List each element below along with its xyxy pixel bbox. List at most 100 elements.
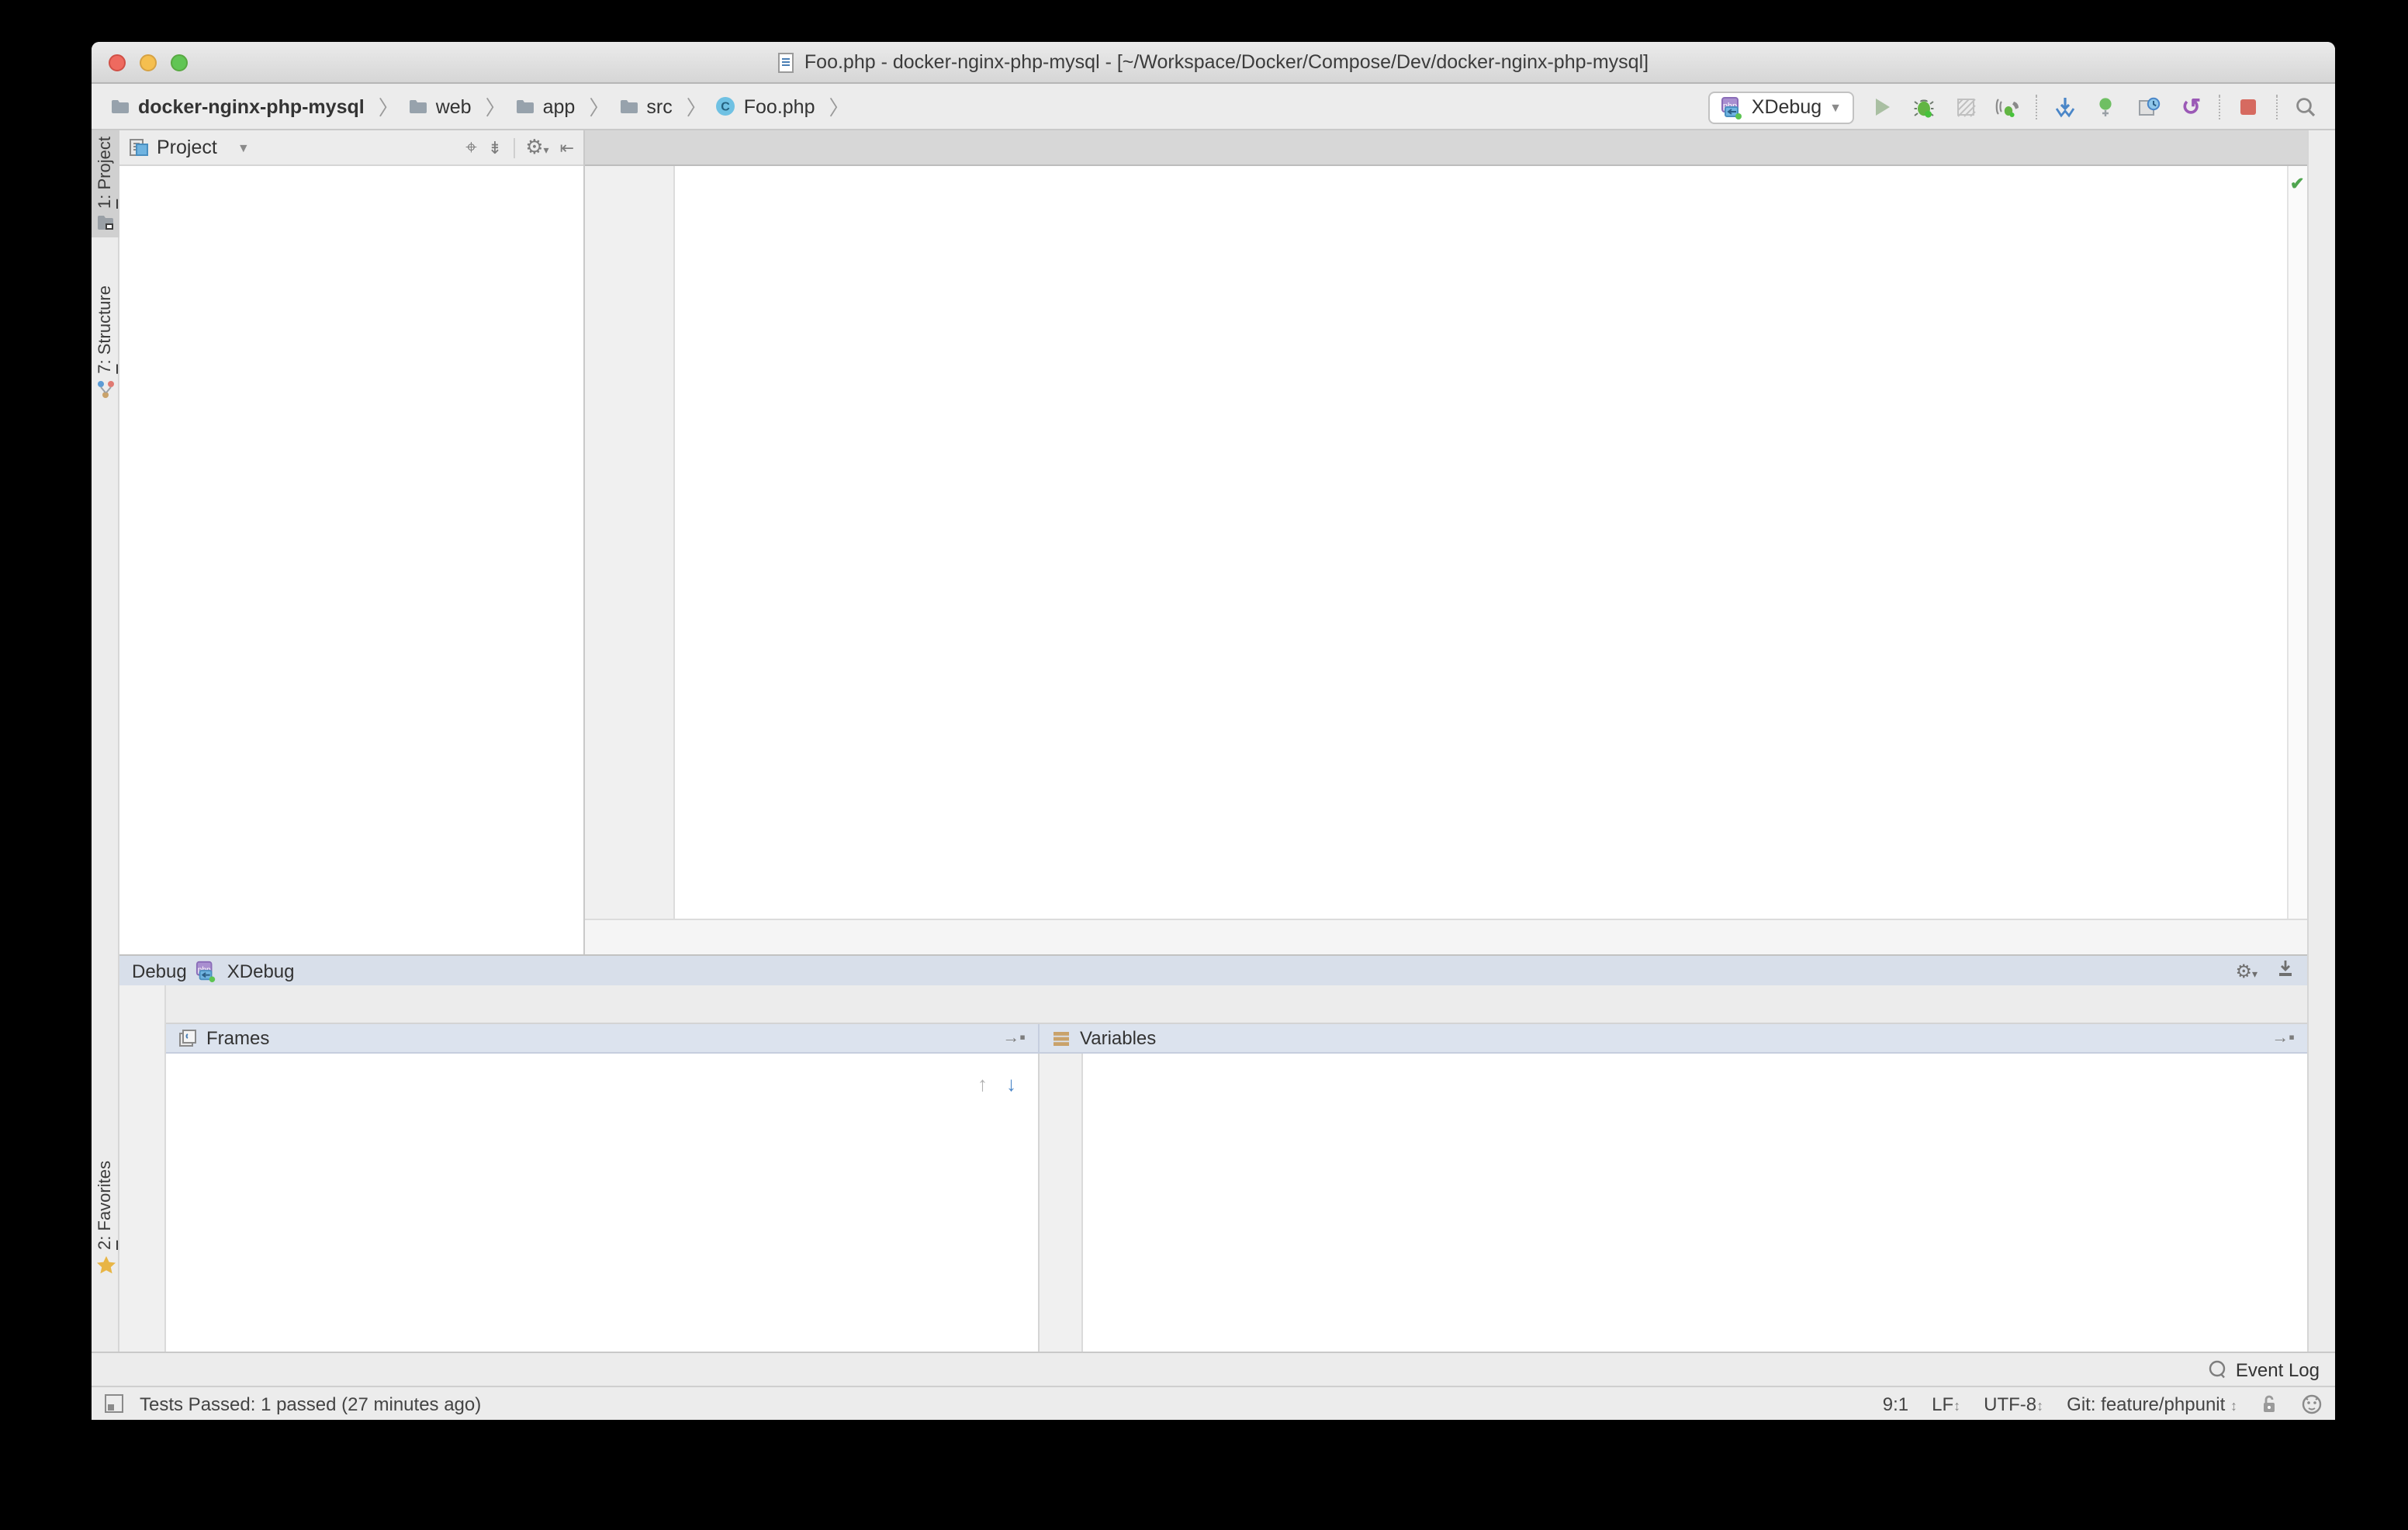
breadcrumb-item[interactable]: CFoo.php〉 [713, 92, 853, 121]
breadcrumb-label: src [646, 95, 672, 117]
search-everywhere-button[interactable] [2292, 93, 2320, 121]
toolbar-actions: php XDebug ▼ ↻ [1708, 84, 2320, 130]
title-bar[interactable]: Foo.php - docker-nginx-php-mysql - [~/Wo… [92, 42, 2335, 84]
left-tool-stripe: 1: Project 7: Structure 2: Favorites [92, 130, 119, 1352]
run-button[interactable] [1868, 93, 1896, 121]
inspection-ok-icon[interactable]: ✔ [2290, 174, 2304, 194]
previous-frame-icon[interactable]: ↑ [977, 1072, 988, 1096]
navigation-bar: docker-nginx-php-mysql〉web〉app〉src〉CFoo.… [107, 92, 853, 121]
structure-tool-icon [96, 380, 115, 399]
chevron-down-icon: ▼ [1829, 100, 1842, 114]
minimize-window-button[interactable] [140, 54, 157, 71]
lock-icon[interactable] [2261, 1393, 2278, 1414]
close-window-button[interactable] [109, 54, 126, 71]
breadcrumb-item[interactable]: docker-nginx-php-mysql 〉 [107, 92, 402, 121]
run-with-coverage-button[interactable] [1952, 93, 1980, 121]
file-doc-icon [778, 52, 795, 72]
zoom-window-button[interactable] [171, 54, 188, 71]
right-tool-stripe [2307, 130, 2335, 1352]
editor-tab-bar [585, 130, 2307, 166]
caret-position[interactable]: 9:1 [1883, 1393, 1908, 1414]
commit-button[interactable] [2093, 93, 2121, 121]
listen-php-debug-button[interactable] [1994, 93, 2022, 121]
float-pane-icon[interactable]: →▪ [2271, 1029, 2295, 1047]
chevron-right-icon: 〉 [486, 92, 506, 121]
next-frame-icon[interactable]: ↓ [1006, 1072, 1016, 1096]
main-toolbar: docker-nginx-php-mysql〉web〉app〉src〉CFoo.… [92, 84, 2335, 130]
tool-window-toggle-icon[interactable] [104, 1393, 124, 1414]
frames-pane-header[interactable]: Frames →▪ [166, 1024, 1040, 1052]
editor-gutter[interactable] [585, 166, 675, 919]
breadcrumb-item[interactable]: web 〉 [405, 92, 509, 121]
breadcrumb-item[interactable]: app〉 [512, 92, 613, 121]
debug-left-toolbar [119, 985, 166, 1352]
project-panel-title[interactable]: Project [157, 137, 217, 158]
float-pane-icon[interactable]: →▪ [1002, 1029, 1026, 1047]
stripe-button-project[interactable]: 1: Project [92, 130, 119, 238]
stripe-label: 7: Structure [96, 286, 115, 374]
folder-icon [618, 98, 638, 115]
variables-title: Variables [1080, 1027, 1156, 1049]
tool-window-bar: Event Log [92, 1352, 2335, 1386]
chevron-right-icon: 〉 [829, 92, 849, 121]
gear-icon[interactable]: ⚙▾ [2235, 960, 2258, 981]
window-controls [109, 54, 188, 71]
toolbar-separator [2036, 95, 2037, 119]
update-project-button[interactable] [2051, 93, 2079, 121]
php-xdebug-icon: php [1721, 95, 1744, 119]
event-log-button[interactable]: Event Log [2208, 1359, 2320, 1380]
project-tool-window: Project ▼ ⌖ ⇟ ⚙▾ ⇤ [119, 130, 585, 954]
editor-breadcrumbs [585, 919, 2307, 954]
star-icon [95, 1256, 116, 1276]
breadcrumb-item[interactable]: src〉 [615, 92, 709, 121]
stripe-label: 2: Favorites [96, 1161, 115, 1250]
chevron-right-icon: 〉 [379, 92, 399, 121]
encoding-selector[interactable]: UTF-8↕ [1984, 1393, 2043, 1414]
php-xdebug-icon: php [196, 960, 218, 981]
project-tree [119, 166, 583, 954]
debug-button[interactable] [1910, 93, 1938, 121]
variables-list[interactable] [1083, 1054, 2307, 1352]
code-editor[interactable]: ✔ [585, 166, 2307, 919]
variables-icon [1052, 1030, 1071, 1047]
breadcrumb-label: web [436, 95, 472, 117]
ide-fatal-errors-icon[interactable] [2301, 1393, 2323, 1414]
frames-title: Frames [206, 1027, 269, 1049]
toolbar-separator [2276, 95, 2278, 119]
frames-icon [178, 1029, 197, 1047]
toolbar-separator [2219, 95, 2220, 119]
collapse-all-icon[interactable]: ⇟ [488, 137, 502, 158]
git-branch-selector[interactable]: Git: feature/phpunit ↕ [2067, 1393, 2237, 1414]
chevron-down-icon[interactable]: ▼ [237, 140, 250, 154]
project-panel-header: Project ▼ ⌖ ⇟ ⚙▾ ⇤ [119, 130, 583, 166]
variables-pane-header[interactable]: Variables →▪ [1040, 1024, 2307, 1052]
hide-panel-icon[interactable] [2276, 959, 2295, 982]
hide-panel-icon[interactable]: ⇤ [560, 137, 574, 158]
status-bar: Tests Passed: 1 passed (27 minutes ago) … [92, 1386, 2335, 1420]
screen: Foo.php - docker-nginx-php-mysql - [~/Wo… [0, 0, 2408, 1530]
stop-button[interactable] [2234, 93, 2262, 121]
local-history-button[interactable] [2135, 93, 2163, 121]
frames-list[interactable]: ↑ ↓ [166, 1054, 1040, 1352]
status-message[interactable]: Tests Passed: 1 passed (27 minutes ago) [140, 1393, 481, 1414]
stripe-button-favorites[interactable]: 2: Favorites [92, 1154, 119, 1282]
variables-pane [1040, 1054, 2307, 1352]
debug-toolbar [166, 985, 2307, 1024]
folder-icon [408, 98, 428, 115]
line-ending-selector[interactable]: LF↕ [1932, 1393, 1960, 1414]
debug-panel-title: Debug [132, 960, 187, 981]
event-log-icon [2208, 1359, 2228, 1379]
revert-button[interactable]: ↻ [2177, 93, 2205, 121]
project-panel-icon [129, 137, 149, 158]
breadcrumb-label: app [543, 95, 576, 117]
gear-icon[interactable]: ⚙▾ [525, 135, 548, 160]
run-configuration-label: XDebug [1752, 96, 1822, 118]
breadcrumb-label: docker-nginx-php-mysql [138, 95, 365, 117]
inspection-scrollbar[interactable]: ✔ [2287, 166, 2307, 919]
locate-file-icon[interactable]: ⌖ [465, 135, 477, 160]
stripe-button-structure[interactable]: 7: Structure [92, 279, 119, 405]
run-configuration-select[interactable]: php XDebug ▼ [1708, 91, 1854, 123]
stripe-label: 1: Project [96, 137, 115, 209]
watches-toolbar [1040, 1054, 1083, 1352]
class-icon: C [716, 96, 736, 116]
